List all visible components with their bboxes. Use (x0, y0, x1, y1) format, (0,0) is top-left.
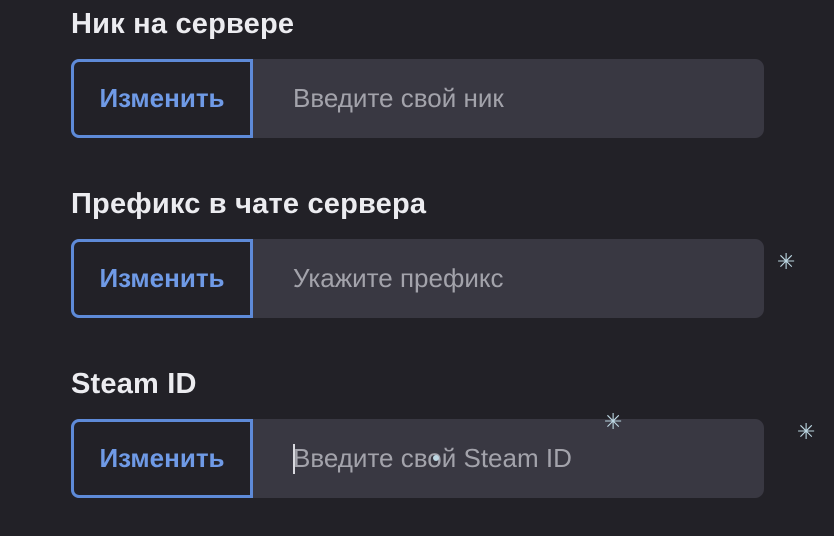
sparkle-icon: ✳ (604, 410, 623, 435)
nickname-input-row: Изменить (71, 59, 764, 138)
prefix-input-row: Изменить (71, 239, 764, 318)
steam-id-label: Steam ID (71, 368, 197, 400)
sparkle-dot-icon (433, 455, 439, 461)
steam-id-input[interactable] (253, 419, 764, 498)
nickname-label: Ник на сервере (71, 8, 295, 40)
steam-id-input-row: Изменить (71, 419, 764, 498)
profile-settings-panel: Ник на сервере Изменить Префикс в чате с… (0, 0, 834, 536)
sparkle-icon: ✳ (797, 420, 816, 445)
change-prefix-button[interactable]: Изменить (71, 239, 253, 318)
sparkle-icon: ✳ (777, 250, 796, 275)
change-nickname-button[interactable]: Изменить (71, 59, 253, 138)
text-caret (293, 444, 295, 474)
change-steam-id-button[interactable]: Изменить (71, 419, 253, 498)
prefix-input[interactable] (253, 239, 764, 318)
prefix-label: Префикс в чате сервера (71, 188, 427, 220)
nickname-input[interactable] (253, 59, 764, 138)
